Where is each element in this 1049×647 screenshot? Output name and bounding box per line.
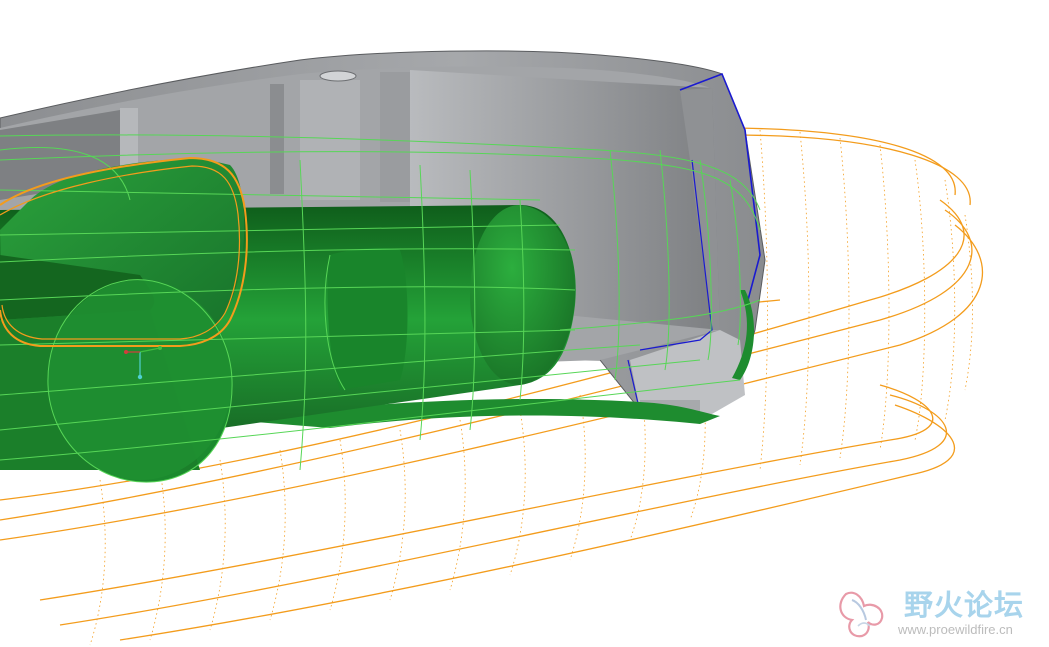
model-scene[interactable] [0,0,1049,647]
model-viewport[interactable]: 野火论坛 www.proewildfire.cn [0,0,1049,647]
watermark-url: www.proewildfire.cn [898,622,1013,637]
watermark: 野火论坛 www.proewildfire.cn [838,578,1049,647]
butterfly-logo-icon [839,591,884,638]
watermark-site-name: 野火论坛 [904,588,1025,622]
